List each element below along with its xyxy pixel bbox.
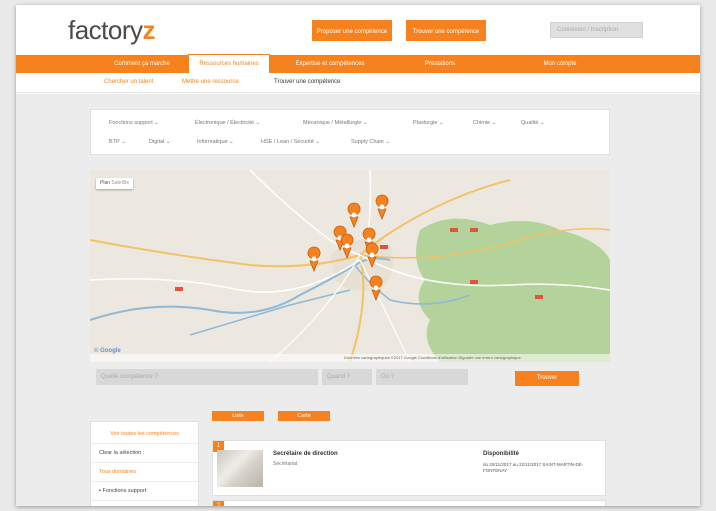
skill-search-bar: Quelle compétence ? Quand ? Où ?	[96, 369, 468, 385]
skill-input[interactable]: Quelle compétence ?	[96, 369, 318, 385]
tab-map[interactable]: Carte	[278, 411, 330, 421]
subnav-find-talent[interactable]: Chercher un talent	[104, 79, 153, 85]
clear-selection-label[interactable]: Clear la sélection :	[91, 444, 198, 463]
view-all-skills-link[interactable]: Voir toutes les compétences	[91, 422, 198, 444]
filter-supply-chain[interactable]: Supply Chain ⌄	[351, 139, 390, 145]
result-card[interactable]: 1 Secrétaire de direction Secrétariat Di…	[212, 440, 606, 496]
map-footer-text: Données cartographiques ©2017 Google Con…	[344, 355, 521, 360]
result-thumbnail	[217, 450, 263, 487]
filter-plasturgie[interactable]: Plasturgie ⌄	[413, 120, 444, 126]
nav-item-services[interactable]: Prestations	[400, 55, 480, 73]
logo-accent: z	[142, 15, 156, 45]
filter-digital[interactable]: Digital ⌄	[149, 139, 170, 145]
map-type-toggle[interactable]: Plan Satellite	[96, 178, 134, 189]
site-logo[interactable]: factoryz	[68, 15, 156, 46]
nav-item-human-resources[interactable]: Ressources humaines	[188, 54, 270, 74]
map-view[interactable]: Plan Satellite © Google Données cartogra…	[90, 170, 610, 362]
result-index-badge: 2	[213, 501, 224, 506]
availability-dates: du 20/11/2017 au 22/11/2017 SAINT-MARTIN…	[483, 462, 584, 473]
nav-item-expertise[interactable]: Expertise et compétences	[280, 55, 380, 73]
map-canvas	[90, 170, 610, 362]
subnav-find-skill[interactable]: Trouver une compétence	[274, 79, 340, 85]
map-pin-icon[interactable]	[347, 202, 361, 229]
google-attribution: © Google	[94, 348, 121, 354]
find-skill-button[interactable]: Trouver une compétence	[406, 20, 486, 41]
filter-hse[interactable]: HSE / Lean / Sécurité ⌄	[261, 139, 320, 145]
propose-skill-button[interactable]: Proposer une compétence	[312, 20, 392, 41]
tab-list[interactable]: Liste	[212, 411, 264, 421]
when-input[interactable]: Quand ?	[322, 369, 372, 385]
nav-item-how-it-works[interactable]: Comment ça marche	[102, 55, 182, 73]
nav-item-my-account[interactable]: Mon compte	[520, 55, 600, 73]
result-subtitle: Secrétariat	[273, 461, 298, 467]
map-pin-icon[interactable]	[307, 246, 321, 273]
filter-fonctions-support[interactable]: Fonctions support ⌄	[109, 120, 159, 126]
login-field[interactable]: Connexion / Inscription	[550, 22, 643, 38]
top-header: factoryz Proposer une compétence Trouver…	[16, 5, 700, 50]
subnav-offer-resource[interactable]: Mettre une ressource	[182, 79, 239, 85]
sidebar-item-fonctions-support[interactable]: ▪ Fonctions support	[91, 482, 198, 501]
main-nav: Comment ça marche Ressources humaines Ex…	[16, 54, 700, 74]
sub-nav: Chercher un talent Mettre une ressource …	[16, 73, 700, 93]
browser-frame: factoryz Proposer une compétence Trouver…	[16, 5, 700, 506]
map-tab-plan[interactable]: Plan	[100, 180, 110, 186]
result-title[interactable]: Secrétaire de direction	[273, 451, 338, 457]
filter-electronique[interactable]: Électronique / Électricité ⌄	[195, 120, 260, 126]
filter-btp[interactable]: BTP ⌄	[109, 139, 126, 145]
map-tab-satellite[interactable]: Satellite	[111, 180, 129, 186]
selection-all-domains[interactable]: Tous domaines	[91, 463, 198, 482]
main-content: Fonctions support ⌄ Électronique / Élect…	[16, 94, 700, 506]
where-input[interactable]: Où ?	[376, 369, 468, 385]
filter-sidebar: Voir toutes les compétences Clear la sél…	[90, 421, 199, 506]
search-button[interactable]: Trouver	[515, 371, 579, 386]
category-filters: Fonctions support ⌄ Électronique / Élect…	[90, 109, 610, 155]
filter-informatique[interactable]: Informatique ⌄	[197, 139, 234, 145]
filter-mecanique[interactable]: Mécanique / Métallurgie ⌄	[303, 120, 368, 126]
map-pin-icon[interactable]	[375, 194, 389, 221]
availability-label: Disponibilité	[483, 451, 519, 457]
filter-qualite[interactable]: Qualité ⌄	[521, 120, 545, 126]
filter-chimie[interactable]: Chimie ⌄	[473, 120, 496, 126]
result-card[interactable]: 2	[212, 500, 606, 506]
logo-text: factory	[68, 15, 143, 45]
